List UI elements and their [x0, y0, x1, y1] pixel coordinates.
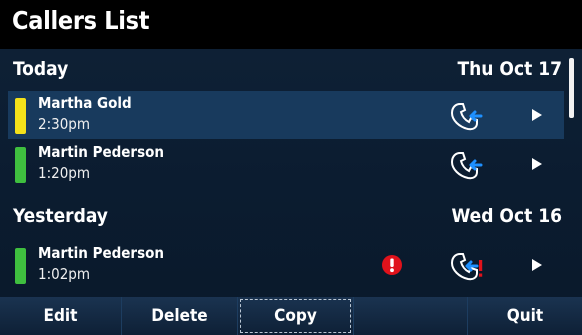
edit-softkey[interactable]: Edit [0, 297, 122, 335]
status-indicator [15, 98, 26, 134]
call-time: 2:30pm [38, 115, 91, 133]
copy-softkey[interactable]: Copy [238, 297, 354, 335]
caller-row[interactable]: Martin Pederson 1:02pm [8, 241, 564, 289]
chevron-right-icon[interactable] [531, 157, 543, 171]
section-header-yesterday: Yesterday Wed Oct 16 [0, 199, 566, 235]
page-title: Callers List [12, 6, 150, 35]
incoming-call-icon [450, 103, 483, 131]
caller-name: Martha Gold [38, 94, 132, 112]
delete-softkey[interactable]: Delete [122, 297, 238, 335]
call-time: 1:20pm [38, 164, 91, 182]
caller-row[interactable]: Martha Gold 2:30pm [8, 91, 564, 139]
empty-softkey[interactable] [354, 297, 468, 335]
caller-name: Martin Pederson [38, 244, 165, 262]
chevron-right-icon[interactable] [531, 108, 543, 122]
callers-list-screen: Callers List Today Thu Oct 17 Martha Gol… [0, 0, 582, 335]
incoming-call-icon [450, 152, 483, 180]
alert-icon [382, 255, 402, 275]
softkey-bar: Edit Delete Copy Quit [0, 297, 582, 335]
status-indicator [15, 147, 26, 183]
caller-row[interactable]: Martin Pederson 1:20pm [8, 140, 564, 188]
section-label: Today [13, 58, 69, 80]
quit-softkey[interactable]: Quit [468, 297, 582, 335]
title-bar: Callers List [0, 0, 582, 49]
section-date: Thu Oct 17 [457, 58, 562, 80]
chevron-right-icon[interactable] [531, 258, 543, 272]
section-label: Yesterday [13, 205, 108, 227]
call-time: 1:02pm [38, 265, 91, 283]
section-header-today: Today Thu Oct 17 [0, 52, 566, 88]
section-date: Wed Oct 16 [451, 205, 562, 227]
status-indicator [15, 248, 26, 284]
missed-incoming-call-icon [450, 253, 483, 281]
scrollbar[interactable] [569, 58, 574, 118]
caller-name: Martin Pederson [38, 143, 165, 161]
